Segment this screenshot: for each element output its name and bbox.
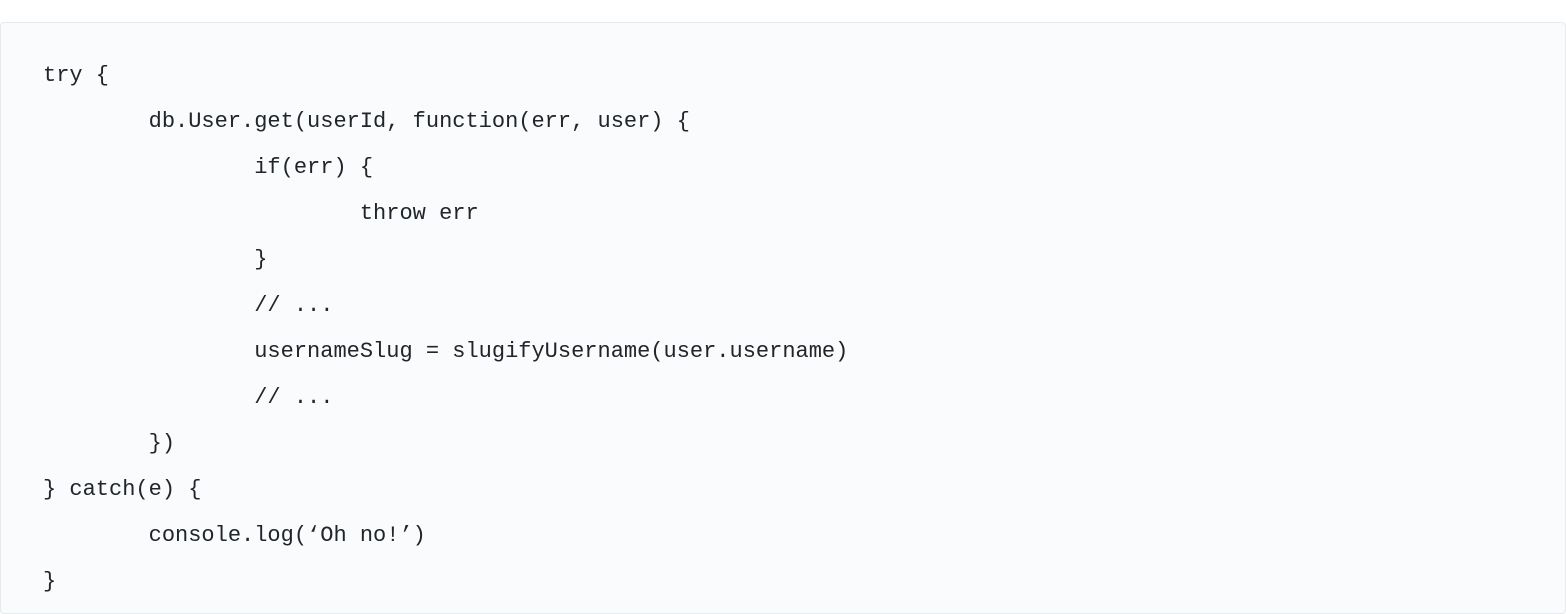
code-content: try { db.User.get(userId, function(err, … xyxy=(43,63,848,594)
code-block: try { db.User.get(userId, function(err, … xyxy=(0,22,1566,614)
